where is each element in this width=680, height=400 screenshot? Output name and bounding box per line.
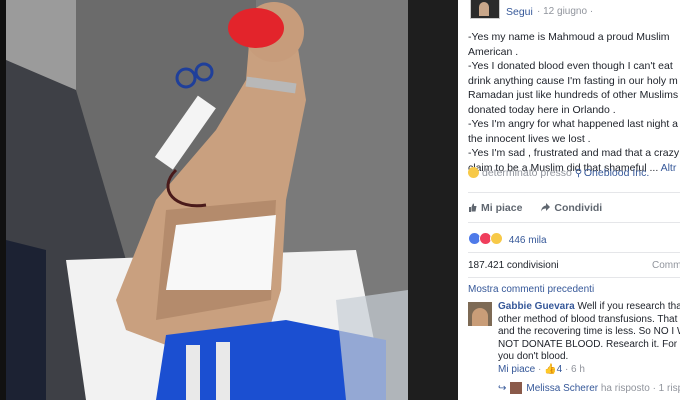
sad-reaction-icon [490, 232, 503, 245]
post-line: donated today here in Orlando . [468, 103, 616, 116]
plastic-bag [336, 290, 408, 400]
like-label: Mi piace [481, 202, 523, 214]
divider [468, 252, 680, 253]
comment-line: Well if you research that the [577, 301, 680, 312]
comment-like-thumb-icon: · [538, 364, 542, 375]
post-line: the innocent lives we lost . [468, 132, 591, 145]
comment-line: other method of blood transfusions. That… [498, 313, 680, 325]
post-actions: Mi piace Condividi [468, 202, 602, 214]
reply-action: ha risposto [600, 383, 650, 394]
divider [468, 222, 680, 223]
comment-line: you don't blood. [498, 351, 569, 362]
reply-extra: · 1 rispost [652, 383, 680, 394]
photo-side-gap [408, 0, 458, 400]
post-line: drink anything cause I'm fasting in our … [468, 74, 678, 87]
thumbs-up-icon [468, 203, 477, 212]
red-squeeze-ball [228, 8, 284, 48]
divider [468, 192, 680, 193]
comments-count[interactable]: Comm [652, 260, 680, 271]
feeling-location: determinato presso ⚲ Oneblood Inc. [468, 167, 649, 179]
cuff-stripe-2 [216, 342, 230, 400]
gauze [166, 215, 276, 290]
reactions-count: 446 mila [508, 235, 547, 246]
jeans [6, 240, 46, 400]
author-avatar[interactable] [470, 0, 500, 19]
follow-link[interactable]: Segui [506, 6, 533, 18]
post-line: -Yes my name is Mahmoud a proud Muslim [468, 31, 670, 43]
feeling-text: determinato presso [482, 167, 572, 179]
comment-line: and the recovering time is less. So NO I… [498, 326, 680, 337]
comment-meta: Mi piace · 👍4 · 6 h [498, 364, 585, 375]
blood-donation-photo [6, 0, 408, 400]
comment-like-count[interactable]: 4 [557, 364, 563, 375]
post-date[interactable]: · 12 giugno · [537, 6, 593, 17]
post-details-panel: Segui · 12 giugno · -Yes my name is Mahm… [458, 0, 680, 400]
location-link[interactable]: Oneblood Inc. [584, 167, 649, 179]
reply-summary[interactable]: ↪ Melissa Scherer ha risposto · 1 rispost [498, 382, 680, 394]
post-line: -Yes I'm sad , frustrated and mad that a… [468, 147, 680, 159]
share-button[interactable]: Condividi [541, 202, 602, 214]
comment: Gabbie Guevara Well if you research that… [498, 301, 680, 364]
post-line: -Yes I donated blood even though I can't… [468, 60, 673, 72]
see-more-link[interactable]: Altr [661, 162, 677, 174]
post-photo[interactable] [6, 0, 408, 400]
cuff-stripe [186, 345, 200, 400]
post-line: Ramadan just like hundreds of other Musl… [468, 89, 679, 101]
comment-time[interactable]: · 6 h [565, 364, 585, 375]
like-button[interactable]: Mi piace [468, 202, 522, 214]
location-pin-icon: ⚲ [574, 168, 583, 179]
comment-author[interactable]: Gabbie Guevara [498, 301, 575, 312]
shares-count[interactable]: 187.421 condivisioni [468, 260, 559, 271]
reply-avatar [510, 382, 523, 394]
divider [468, 277, 680, 278]
comment-line: NOT DONATE BLOOD. Research it. For all t… [498, 338, 680, 350]
determined-emoji-icon [468, 167, 479, 178]
reply-arrow-icon: ↪ [498, 383, 507, 394]
reply-author[interactable]: Melissa Scherer [526, 383, 598, 394]
show-previous-comments-link[interactable]: Mostra commenti precedenti [468, 284, 594, 295]
post-line: -Yes I'm angry for what happened last ni… [468, 118, 678, 130]
reactions-summary[interactable]: 446 mila [468, 232, 547, 246]
share-label: Condividi [554, 202, 603, 214]
comment-like-count-icon[interactable]: 👍 [544, 364, 556, 375]
comment-like-link[interactable]: Mi piace [498, 364, 535, 375]
post-text: -Yes my name is Mahmoud a proud Muslim A… [468, 30, 680, 175]
comment-first-line: Gabbie Guevara Well if you research that… [498, 301, 680, 314]
commenter-avatar[interactable] [468, 302, 492, 326]
post-line: American . [468, 45, 519, 58]
share-arrow-icon [541, 203, 551, 212]
